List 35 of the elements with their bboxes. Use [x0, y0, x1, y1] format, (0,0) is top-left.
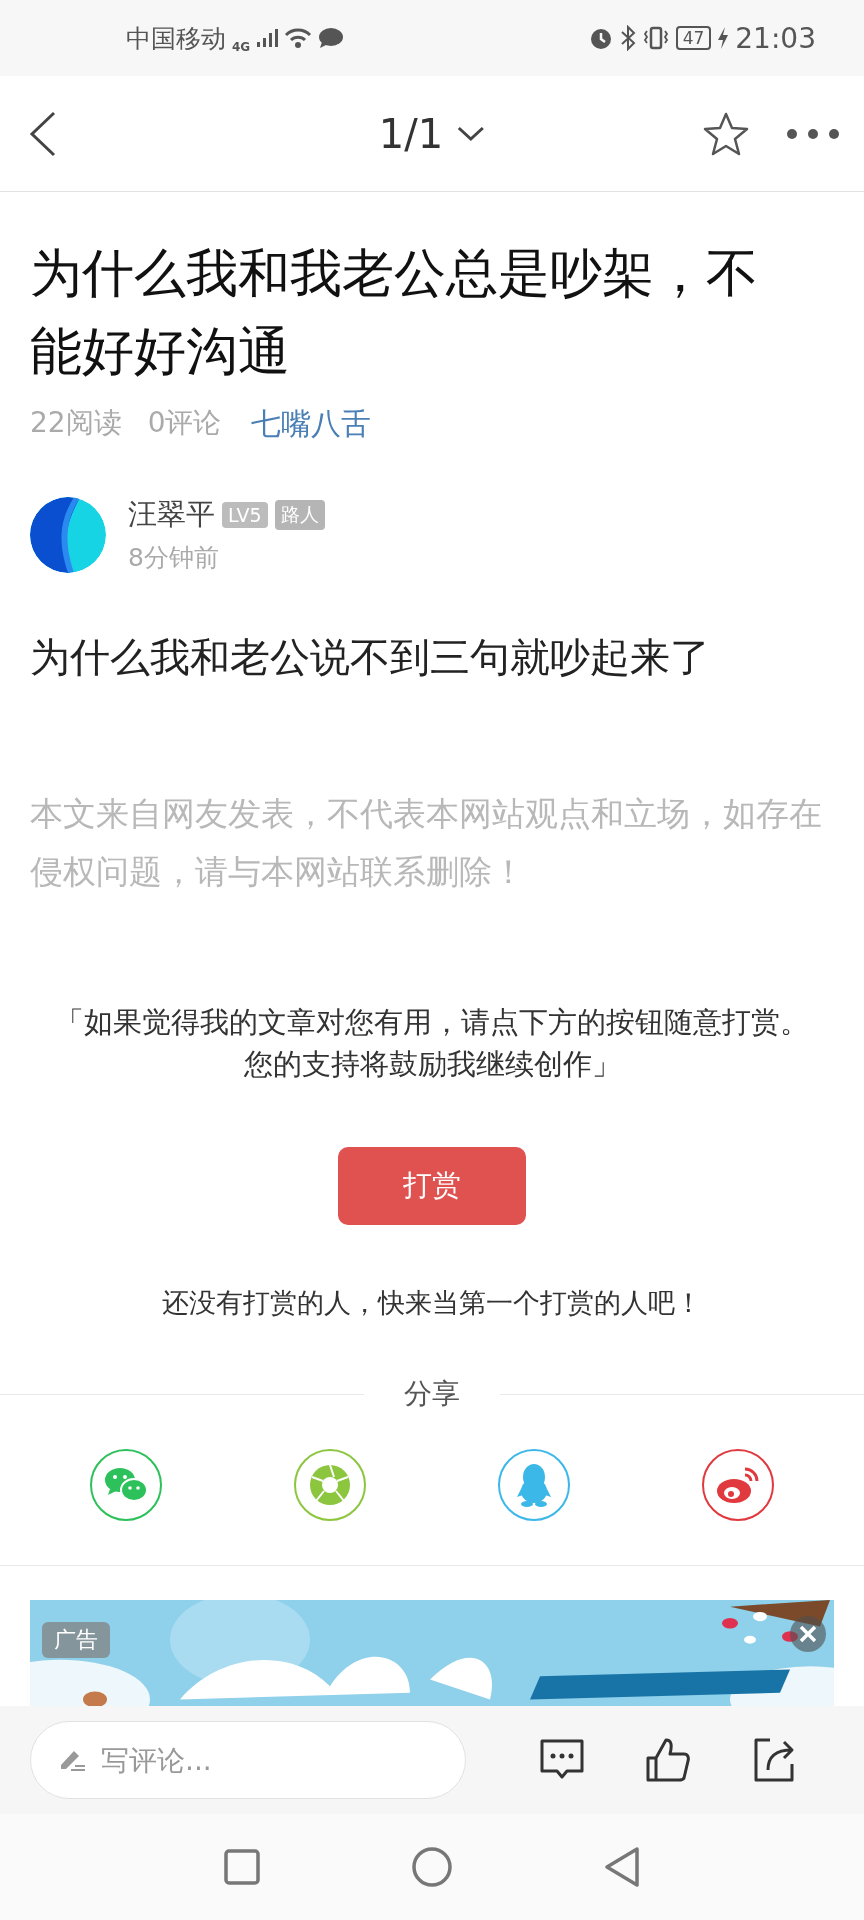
star-icon[interactable]	[702, 110, 750, 157]
disclaimer-text: 本文来自网友发表，不代表本网站观点和立场，如存在侵权问题，请与本网站联系删除！	[30, 793, 823, 893]
carrier-name: 中国移动	[126, 22, 226, 55]
wifi-icon	[284, 27, 313, 49]
post-time: 8分钟前	[128, 542, 220, 574]
rank-tag: 路人	[274, 500, 325, 530]
bluetooth-icon	[619, 25, 636, 51]
signal-icon	[256, 28, 279, 48]
ad-badge: 广告	[42, 1622, 110, 1658]
thumbs-up-icon[interactable]	[644, 1736, 692, 1784]
chat-bubble-icon	[318, 27, 345, 49]
charging-icon	[717, 26, 730, 50]
battery-level: 47	[675, 26, 712, 50]
author-name[interactable]: 汪翠平	[128, 495, 215, 535]
recent-apps-icon[interactable]	[223, 1848, 261, 1886]
close-icon[interactable]	[790, 1616, 826, 1652]
article-title: 为什么我和我老公总是吵架，不能好好沟通	[30, 242, 759, 383]
article-body: 为什么我和老公说不到三句就吵起来了	[30, 633, 711, 682]
comment-count: 0评论	[147, 405, 222, 441]
network-type: 4G	[232, 39, 251, 54]
category-link[interactable]: 七嘴八舌	[251, 404, 372, 445]
reward-quote: 「如果觉得我的文章对您有用，请点下方的按钮随意打赏。您的支持将鼓励我继续创作」	[54, 1004, 810, 1083]
comment-input[interactable]: 写评论...	[30, 1721, 466, 1799]
reward-button[interactable]: 打赏	[338, 1147, 526, 1225]
read-count: 22阅读	[30, 405, 122, 441]
more-icon[interactable]	[786, 127, 840, 140]
back-nav-icon[interactable]	[603, 1846, 641, 1888]
home-icon[interactable]	[411, 1846, 453, 1888]
page-selector[interactable]: 1/1	[378, 110, 486, 157]
level-tag: LV5	[222, 502, 268, 528]
share-label: 分享	[404, 1376, 460, 1412]
clock-time: 21:03	[735, 21, 816, 55]
reward-empty-note: 还没有打赏的人，快来当第一个打赏的人吧！	[161, 1286, 703, 1320]
vibrate-icon	[641, 25, 670, 51]
caret-icon	[457, 125, 486, 142]
